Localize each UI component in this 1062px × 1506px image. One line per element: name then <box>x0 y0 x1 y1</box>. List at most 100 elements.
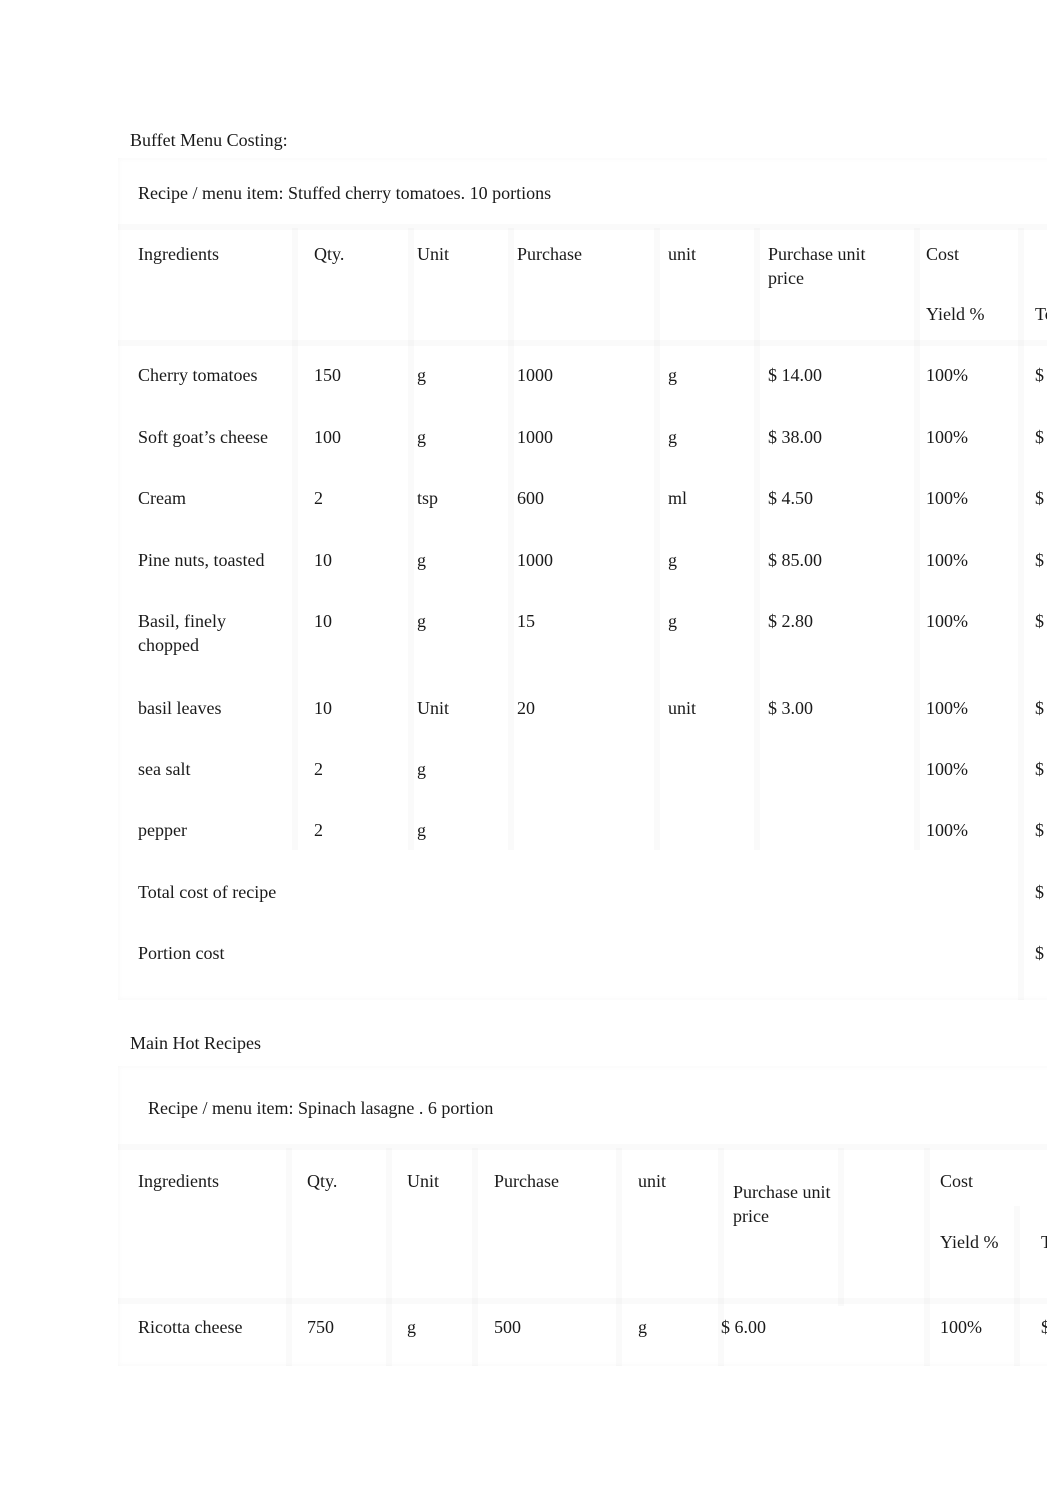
cell-qty: 750 <box>307 1317 334 1337</box>
cell-unit: g <box>417 820 426 840</box>
cell-price: $ 3.00 <box>768 698 813 718</box>
cell-purchase: 500 <box>494 1317 521 1337</box>
cell-ingredient: Cream <box>138 488 186 508</box>
cell-qty: 10 <box>314 550 332 570</box>
table-divider <box>286 1148 292 1366</box>
header-purchase-unit: unit <box>638 1171 667 1191</box>
header-cost: Cost <box>926 244 960 264</box>
header-cost: Cost <box>940 1171 974 1191</box>
cell-purchase: 20 <box>517 698 535 718</box>
cell-ingredient: basil leaves <box>138 698 222 718</box>
header-unit: Unit <box>417 244 450 264</box>
cell-purchase-unit: unit <box>668 698 697 718</box>
cell-ingredient: Pine nuts, toasted <box>138 550 265 570</box>
cell-purchase-unit: g <box>668 365 677 385</box>
cell-total: $ <box>1035 820 1044 840</box>
cell-total: $ <box>1035 698 1044 718</box>
table-divider <box>118 1298 1047 1304</box>
cell-yield: 100% <box>926 488 968 508</box>
cell-total: $ <box>1035 550 1044 570</box>
cell-price: $ 85.00 <box>768 550 822 570</box>
header-purchase-unit: unit <box>668 244 697 264</box>
cell-purchase: 600 <box>517 488 544 508</box>
header-purchase: Purchase <box>517 244 582 264</box>
cell-qty: 2 <box>314 759 323 779</box>
cell-ingredient: Cherry tomatoes <box>138 365 258 385</box>
cell-purchase-unit: g <box>668 611 677 631</box>
table-divider <box>754 228 760 850</box>
cell-yield: 100% <box>926 759 968 779</box>
table-divider <box>654 228 660 850</box>
cell-total: $ <box>1041 1317 1047 1337</box>
cell-price: $ 4.50 <box>768 488 813 508</box>
cell-unit: g <box>417 550 426 570</box>
table-divider <box>914 228 920 850</box>
cell-purchase-unit: g <box>668 550 677 570</box>
cell-yield: 100% <box>926 611 968 631</box>
document-page: Buffet Menu Costing: Recipe / menu item:… <box>0 0 1047 1506</box>
cell-price: $ 2.80 <box>768 611 813 631</box>
table-divider <box>838 1148 844 1306</box>
header-purchase-unit-price: Purchase unit price <box>768 244 866 288</box>
cell-qty: 100 <box>314 427 341 447</box>
header-qty: Qty. <box>307 1171 338 1191</box>
table-divider <box>292 228 298 850</box>
cell-price: $ 14.00 <box>768 365 822 385</box>
total-cost-value: $ <box>1035 882 1044 902</box>
cell-qty: 2 <box>314 820 323 840</box>
section-heading-main-hot: Main Hot Recipes <box>130 1033 261 1053</box>
cell-purchase-unit: g <box>668 427 677 447</box>
table-divider <box>118 340 1047 346</box>
cell-unit: g <box>407 1317 416 1337</box>
cell-qty: 10 <box>314 611 332 631</box>
header-unit: Unit <box>407 1171 440 1191</box>
cell-yield: 100% <box>926 427 968 447</box>
cell-purchase-unit: g <box>638 1317 647 1337</box>
table-divider <box>616 1148 622 1366</box>
portion-cost-label: Portion cost <box>138 943 225 963</box>
cell-ingredient: sea salt <box>138 759 191 779</box>
cell-qty: 10 <box>314 698 332 718</box>
cell-purchase: 15 <box>517 611 535 631</box>
header-qty: Qty. <box>314 244 345 264</box>
header-purchase-unit-price: Purchase unit price <box>733 1182 831 1226</box>
cell-ingredient: Basil, finely chopped <box>138 611 226 655</box>
cell-unit: g <box>417 759 426 779</box>
table-divider <box>386 1148 392 1366</box>
cell-yield: 100% <box>926 820 968 840</box>
cell-ingredient: pepper <box>138 820 187 840</box>
table-divider <box>408 228 414 850</box>
cell-price: $ 6.00 <box>721 1317 766 1337</box>
header-yield: Yield % <box>940 1232 999 1252</box>
cell-purchase: 1000 <box>517 427 553 447</box>
cell-unit: g <box>417 427 426 447</box>
costing-table-stuffed-tomatoes <box>118 158 1047 1000</box>
cell-total: $ <box>1035 365 1044 385</box>
table-divider <box>924 1148 930 1366</box>
header-yield: Yield % <box>926 304 985 324</box>
cell-unit: g <box>417 611 426 631</box>
recipe-title: Recipe / menu item: Stuffed cherry tomat… <box>138 183 552 203</box>
cell-yield: 100% <box>940 1317 982 1337</box>
cell-qty: 150 <box>314 365 341 385</box>
header-total-truncated: T <box>1041 1232 1047 1252</box>
cell-yield: 100% <box>926 550 968 570</box>
section-heading-buffet: Buffet Menu Costing: <box>130 130 288 150</box>
cell-total: $ <box>1035 427 1044 447</box>
cell-qty: 2 <box>314 488 323 508</box>
table-divider <box>1018 228 1024 1000</box>
cell-purchase: 1000 <box>517 365 553 385</box>
table-divider <box>508 228 514 850</box>
cell-ingredient: Soft goat’s cheese <box>138 427 268 447</box>
cell-purchase: 1000 <box>517 550 553 570</box>
cell-yield: 100% <box>926 698 968 718</box>
cell-total: $ <box>1035 488 1044 508</box>
recipe-title: Recipe / menu item: Spinach lasagne . 6 … <box>148 1098 494 1118</box>
cell-purchase-unit: ml <box>668 488 688 508</box>
table-divider <box>118 224 1047 230</box>
header-total-truncated: To <box>1035 304 1047 324</box>
cell-total: $ <box>1035 759 1044 779</box>
cell-ingredient: Ricotta cheese <box>138 1317 243 1337</box>
table-divider <box>472 1148 478 1366</box>
cell-unit: Unit <box>417 698 450 718</box>
